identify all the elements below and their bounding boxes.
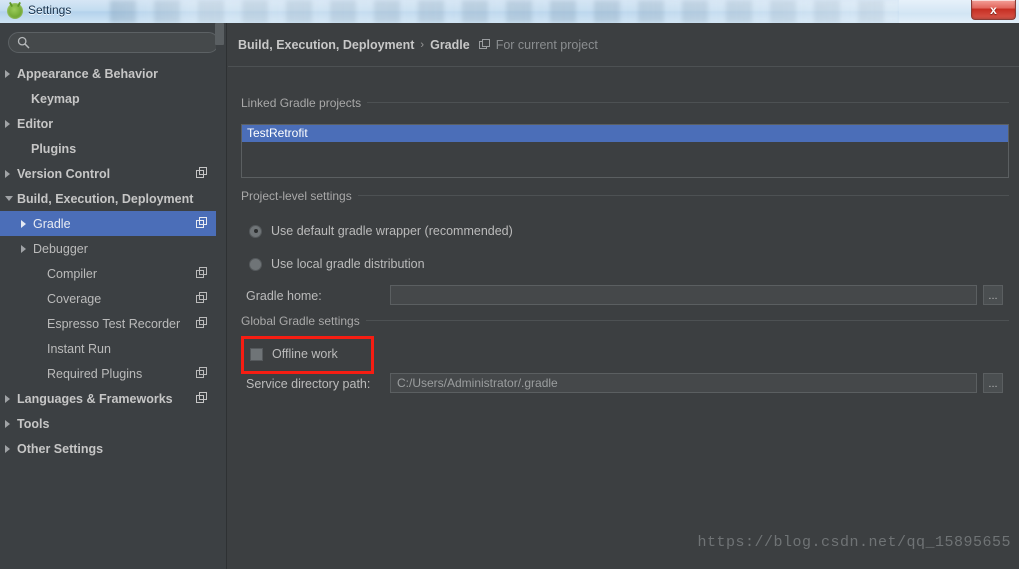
sidebar-item-gradle[interactable]: Gradle xyxy=(0,211,218,236)
sidebar-item-label: Required Plugins xyxy=(47,366,143,381)
breadcrumb-parent[interactable]: Build, Execution, Deployment xyxy=(238,38,414,52)
sidebar-item-label: Espresso Test Recorder xyxy=(47,316,181,331)
breadcrumb-current: Gradle xyxy=(430,38,470,52)
copy-scope-icon xyxy=(196,367,207,378)
sidebar-item-label: Gradle xyxy=(33,216,71,231)
group-title-global-settings: Global Gradle settings xyxy=(241,314,366,328)
gradle-home-browse-button[interactable]: ... xyxy=(983,285,1003,305)
sidebar-item-compiler[interactable]: Compiler xyxy=(0,261,218,286)
offline-work-label: Offline work xyxy=(272,347,338,361)
chevron-right-icon[interactable] xyxy=(21,244,26,253)
watermark: https://blog.csdn.net/qq_15895655 xyxy=(697,534,1011,551)
settings-main-panel: Build, Execution, Deployment › Gradle Fo… xyxy=(228,23,1019,569)
sidebar-item-keymap[interactable]: Keymap xyxy=(0,86,218,111)
sidebar-search[interactable] xyxy=(8,32,219,53)
search-input[interactable] xyxy=(8,32,219,53)
sidebar-scrollbar-track[interactable] xyxy=(215,23,225,569)
linked-project-item[interactable]: TestRetrofit xyxy=(242,125,1008,142)
sidebar-item-label: Version Control xyxy=(17,166,111,181)
sidebar-item-coverage[interactable]: Coverage xyxy=(0,286,218,311)
chevron-right-icon[interactable] xyxy=(5,419,10,428)
chevron-right-icon[interactable] xyxy=(5,69,10,78)
sidebar-item-label: Instant Run xyxy=(47,341,111,356)
gradle-home-input[interactable] xyxy=(390,285,977,305)
scope-label: For current project xyxy=(495,38,598,52)
sidebar-item-build-execution-deployment[interactable]: Build, Execution, Deployment xyxy=(0,186,218,211)
service-directory-label: Service directory path: xyxy=(246,377,371,391)
radio-use-local-distribution[interactable]: Use local gradle distribution xyxy=(249,257,425,271)
sidebar-item-label: Keymap xyxy=(31,91,80,106)
sidebar-item-required-plugins[interactable]: Required Plugins xyxy=(0,361,218,386)
settings-dialog: Appearance & Behavior Keymap Editor Plugins… xyxy=(0,23,1019,569)
settings-tree: Appearance & Behavior Keymap Editor Plugins… xyxy=(0,61,227,461)
window-titlebar[interactable]: Settings x xyxy=(0,0,1019,23)
sidebar-item-plugins[interactable]: Plugins xyxy=(0,136,218,161)
sidebar-item-languages-frameworks[interactable]: Languages & Frameworks xyxy=(0,386,218,411)
copy-scope-icon xyxy=(196,292,207,303)
radio-label: Use default gradle wrapper (recommended) xyxy=(271,224,513,238)
chevron-down-icon[interactable] xyxy=(5,196,13,201)
group-title-project-level: Project-level settings xyxy=(241,189,358,203)
sidebar-item-label: Compiler xyxy=(47,266,98,281)
sidebar-item-label: Coverage xyxy=(47,291,102,306)
radio-label: Use local gradle distribution xyxy=(271,257,425,271)
offline-work-checkbox[interactable] xyxy=(250,347,263,361)
copy-scope-icon xyxy=(196,167,207,178)
group-title-linked-projects: Linked Gradle projects xyxy=(241,96,368,110)
header-divider xyxy=(228,66,1019,67)
chevron-right-icon[interactable] xyxy=(5,169,10,178)
window-title: Settings xyxy=(28,3,72,17)
settings-sidebar: Appearance & Behavior Keymap Editor Plugins… xyxy=(0,23,227,569)
radio-indicator[interactable] xyxy=(249,224,262,238)
service-directory-browse-button[interactable]: ... xyxy=(983,373,1003,393)
group-rule-linked-projects xyxy=(355,102,1009,103)
breadcrumb-separator-icon: › xyxy=(420,39,425,51)
copy-scope-icon xyxy=(196,267,207,278)
sidebar-item-instant-run[interactable]: Instant Run xyxy=(0,336,218,361)
sidebar-item-other-settings[interactable]: Other Settings xyxy=(0,436,218,461)
android-studio-icon xyxy=(7,3,23,19)
sidebar-item-label: Languages & Frameworks xyxy=(17,391,173,406)
chevron-right-icon[interactable] xyxy=(21,219,26,228)
service-directory-input[interactable] xyxy=(390,373,977,393)
copy-scope-icon xyxy=(196,317,207,328)
sidebar-item-debugger[interactable]: Debugger xyxy=(0,236,218,261)
group-rule-global-settings xyxy=(356,320,1009,321)
chevron-right-icon[interactable] xyxy=(5,119,10,128)
titlebar-blurred-backdrop xyxy=(110,0,900,23)
sidebar-item-label: Other Settings xyxy=(17,441,104,456)
radio-use-default-wrapper[interactable]: Use default gradle wrapper (recommended) xyxy=(249,224,513,238)
sidebar-item-tools[interactable]: Tools xyxy=(0,411,218,436)
breadcrumb: Build, Execution, Deployment › Gradle Fo… xyxy=(238,38,598,52)
sidebar-item-label: Debugger xyxy=(33,241,88,256)
copy-scope-icon xyxy=(196,217,207,228)
sidebar-item-label: Plugins xyxy=(31,141,77,156)
sidebar-item-label: Build, Execution, Deployment xyxy=(17,191,194,206)
offline-work-row[interactable]: Offline work xyxy=(250,347,338,361)
sidebar-item-espresso-test-recorder[interactable]: Espresso Test Recorder xyxy=(0,311,218,336)
chevron-right-icon[interactable] xyxy=(5,394,10,403)
chevron-right-icon[interactable] xyxy=(5,444,10,453)
linked-projects-list[interactable]: TestRetrofit xyxy=(241,124,1009,178)
copy-scope-icon xyxy=(196,392,207,403)
sidebar-item-label: Editor xyxy=(17,116,54,131)
sidebar-item-version-control[interactable]: Version Control xyxy=(0,161,218,186)
radio-indicator[interactable] xyxy=(249,257,262,271)
close-button[interactable]: x xyxy=(971,0,1016,20)
group-rule-project-level xyxy=(351,195,1009,196)
project-scope-icon xyxy=(478,39,490,49)
sidebar-scrollbar-thumb[interactable] xyxy=(215,23,224,45)
sidebar-item-appearance-behavior[interactable]: Appearance & Behavior xyxy=(0,61,218,86)
gradle-home-label: Gradle home: xyxy=(246,289,322,303)
sidebar-item-label: Tools xyxy=(17,416,50,431)
sidebar-item-editor[interactable]: Editor xyxy=(0,111,218,136)
sidebar-item-label: Appearance & Behavior xyxy=(17,66,159,81)
